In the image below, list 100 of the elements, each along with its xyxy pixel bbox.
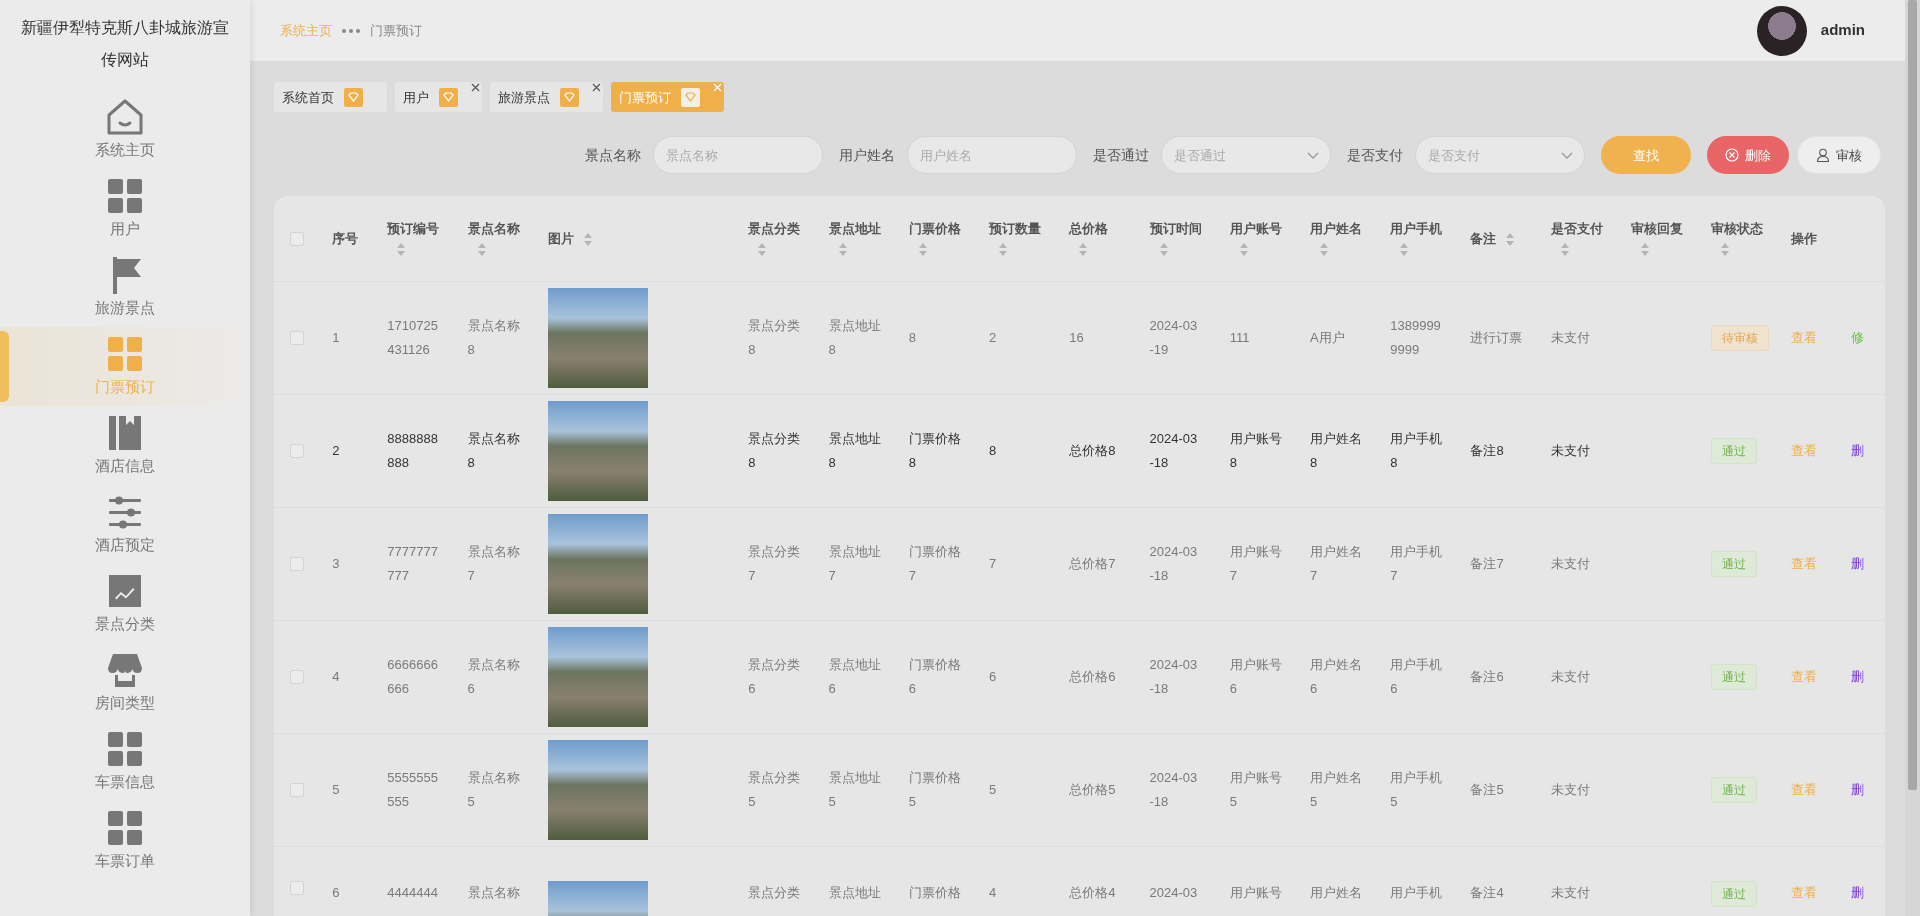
sidebar-item[interactable]: 景点分类 xyxy=(0,564,250,643)
checkbox[interactable] xyxy=(290,443,304,458)
field-label: 是否通过 xyxy=(1093,145,1149,165)
column-header[interactable]: 用户手机 xyxy=(1382,196,1463,282)
sort-icon xyxy=(1320,242,1328,256)
tab[interactable]: 旅游景点 xyxy=(490,82,603,113)
status-tag: 待审核 xyxy=(1711,324,1770,351)
sidebar-item[interactable]: 系统主页 xyxy=(0,90,250,169)
column-header[interactable]: 审核回复 xyxy=(1622,196,1704,282)
table-cell: 4 xyxy=(981,846,1062,916)
action-link[interactable]: 删 xyxy=(1851,884,1865,900)
select-field[interactable]: 是否支付 xyxy=(1415,136,1585,175)
table-cell: 景点地址 xyxy=(820,846,901,916)
checkbox[interactable] xyxy=(290,556,304,571)
user-icon xyxy=(1816,148,1830,163)
sort-icon xyxy=(477,242,486,256)
close-icon[interactable] xyxy=(592,83,601,93)
table-cell: 8 xyxy=(981,394,1062,508)
sort-icon xyxy=(1640,242,1649,256)
column-header: 序号 xyxy=(324,196,380,282)
column-header[interactable]: 预订编号 xyxy=(379,196,460,282)
sidebar-item[interactable]: 酒店信息 xyxy=(0,406,250,485)
sidebar-item[interactable]: 用户 xyxy=(0,169,250,248)
table-cell: 2 xyxy=(324,394,380,508)
table-cell: 111 xyxy=(1221,281,1302,395)
action-link[interactable]: 删 xyxy=(1851,442,1865,458)
table-cell: 总价格6 xyxy=(1061,620,1142,734)
column-header[interactable]: 景点名称 xyxy=(459,196,540,282)
table-cell: 景点名称8 xyxy=(459,394,540,508)
checkbox[interactable] xyxy=(290,231,304,246)
table-cell: 6666666666 xyxy=(379,620,460,734)
column-header[interactable]: 用户账号 xyxy=(1221,196,1302,282)
column-header[interactable]: 景点分类 xyxy=(740,196,821,282)
table-cell: 2024-03-18 xyxy=(1141,507,1222,621)
table-cell: 未支付 xyxy=(1542,394,1623,508)
table-cell: 景点分类7 xyxy=(740,507,821,621)
sidebar-item[interactable]: 旅游景点 xyxy=(0,248,250,327)
column-header[interactable]: 景点地址 xyxy=(820,196,901,282)
table-cell: 5 xyxy=(324,733,380,847)
chevron-down-icon xyxy=(1307,152,1319,160)
table-cell: 用户手机 xyxy=(1382,846,1463,916)
column-header[interactable]: 用户姓名 xyxy=(1302,196,1383,282)
action-link[interactable]: 删 xyxy=(1851,668,1865,684)
scrollbar[interactable] xyxy=(1905,0,1920,916)
sort-icon xyxy=(999,242,1008,256)
table-cell: 6 xyxy=(981,620,1062,734)
circle-x-icon xyxy=(1725,148,1739,163)
status-tag: 通过 xyxy=(1711,663,1758,690)
table-cell: 用户账号5 xyxy=(1221,733,1302,847)
column-header[interactable]: 总价格 xyxy=(1061,196,1142,282)
table-cell: 总价格7 xyxy=(1061,507,1142,621)
column-header[interactable]: 预订数量 xyxy=(981,196,1062,282)
checkbox[interactable] xyxy=(290,782,304,797)
column-header[interactable]: 备注 xyxy=(1462,196,1543,282)
table-cell: 景点地址8 xyxy=(820,394,901,508)
delete-button[interactable]: 删除 xyxy=(1707,136,1789,175)
checkbox[interactable] xyxy=(290,330,304,345)
field-label: 是否支付 xyxy=(1347,145,1403,165)
table-cell: 用户手机8 xyxy=(1382,394,1463,508)
table-cell: A用户 xyxy=(1302,281,1383,395)
table-cell: 备注5 xyxy=(1462,733,1543,847)
column-header[interactable]: 图片 xyxy=(539,196,741,282)
table-cell: 用户姓名7 xyxy=(1302,507,1383,621)
sidebar-item[interactable]: 车票订单 xyxy=(0,801,250,880)
sidebar-item[interactable]: 车票信息 xyxy=(0,722,250,801)
tab[interactable]: 系统首页 xyxy=(274,82,387,113)
column-header[interactable]: 预订时间 xyxy=(1141,196,1222,282)
breadcrumb-link[interactable]: 门票预订 xyxy=(370,20,422,41)
user-name[interactable]: admin xyxy=(1820,19,1865,42)
input-field[interactable]: 景点名称 xyxy=(653,136,823,175)
sort-icon xyxy=(1400,242,1409,256)
select-field[interactable]: 是否通过 xyxy=(1161,136,1331,175)
checkbox[interactable] xyxy=(290,880,304,895)
table-cell: 用户手机7 xyxy=(1382,507,1463,621)
close-icon[interactable] xyxy=(471,83,480,93)
sidebar-item[interactable]: 房间类型 xyxy=(0,643,250,722)
sort-icon xyxy=(1159,242,1168,256)
table-cell: 门票价格 xyxy=(900,846,982,916)
column-header[interactable]: 审核状态 xyxy=(1703,196,1784,282)
sidebar-item[interactable]: 酒店预定 xyxy=(0,485,250,564)
table-cell: 5555555555 xyxy=(379,733,460,847)
sort-icon xyxy=(1721,242,1730,256)
review-button[interactable]: 审核 xyxy=(1797,136,1881,175)
table-cell: 未支付 xyxy=(1542,620,1623,734)
table-cell: 用户手机5 xyxy=(1382,733,1463,847)
action-link[interactable]: 删 xyxy=(1851,555,1865,571)
checkbox[interactable] xyxy=(290,669,304,684)
table-cell: 3 xyxy=(324,507,380,621)
action-link[interactable]: 删 xyxy=(1851,781,1865,797)
column-header[interactable]: 门票价格 xyxy=(900,196,982,282)
status-tag: 通过 xyxy=(1711,550,1758,577)
table-cell: 景点分类6 xyxy=(740,620,821,734)
tab[interactable]: 用户 xyxy=(395,82,482,113)
input-field[interactable]: 用户姓名 xyxy=(907,136,1077,175)
column-header[interactable]: 是否支付 xyxy=(1542,196,1623,282)
table-cell: 8888888888 xyxy=(379,394,460,508)
table-cell: 备注6 xyxy=(1462,620,1543,734)
table-cell: 门票价格6 xyxy=(900,620,982,734)
table-cell: 景点分类 xyxy=(740,846,821,916)
table-cell: 景点名称7 xyxy=(459,507,540,621)
